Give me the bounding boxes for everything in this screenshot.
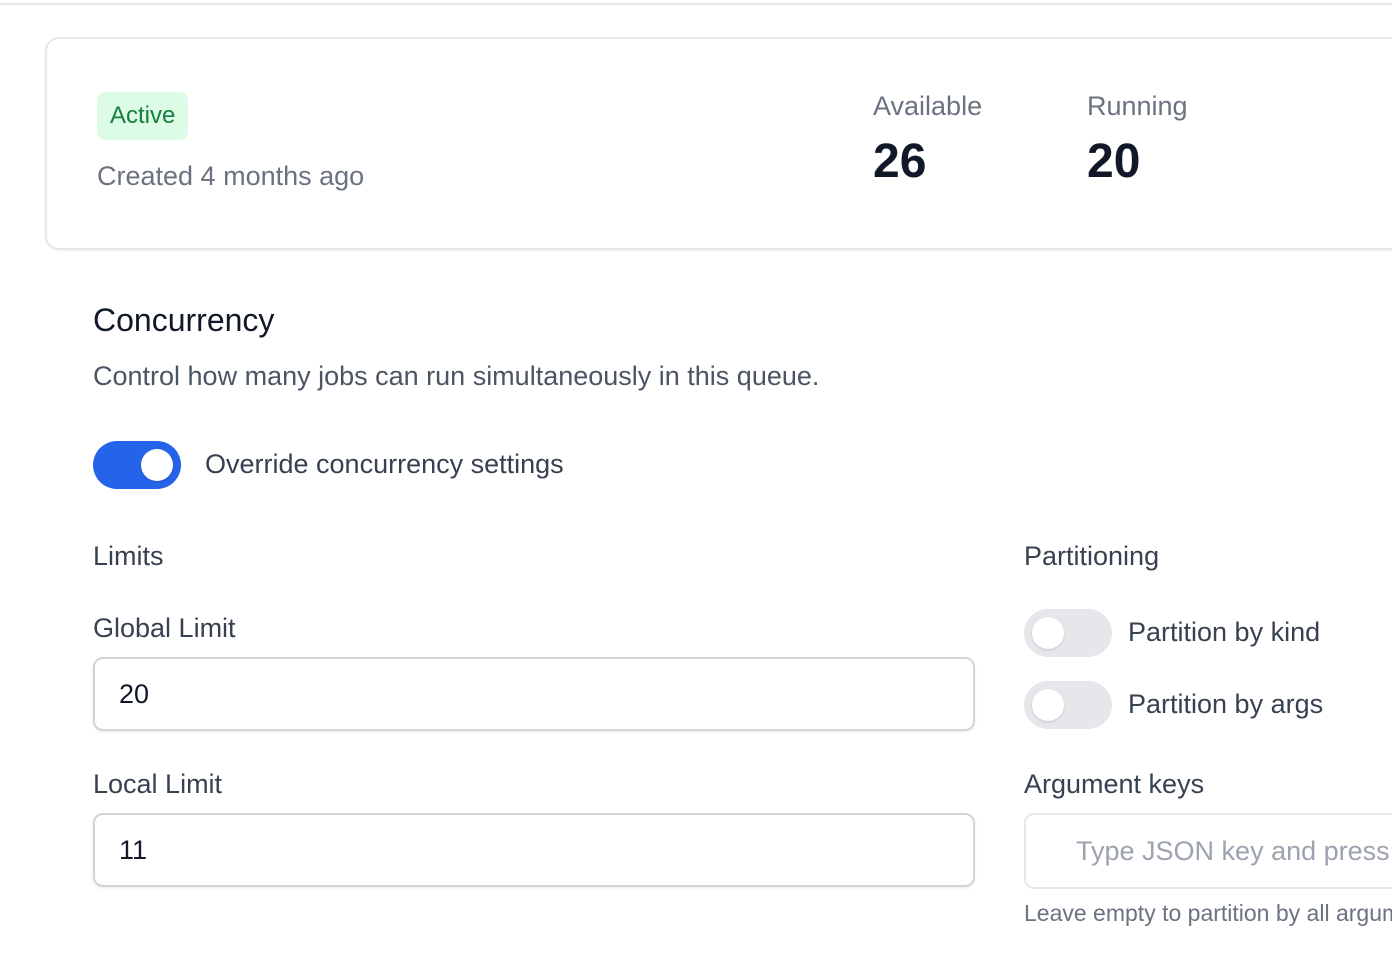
override-concurrency-label: Override concurrency settings xyxy=(205,449,564,479)
stat-running: Running 20 xyxy=(1087,91,1188,186)
partition-by-kind-label: Partition by kind xyxy=(1128,617,1321,647)
stat-available-value: 26 xyxy=(873,135,927,188)
page-root: Active Created 4 months ago Available 26… xyxy=(0,0,1392,967)
stat-available: Available 26 xyxy=(873,91,982,186)
partition-by-kind-toggle[interactable] xyxy=(1024,609,1112,657)
local-limit-label: Local Limit xyxy=(93,769,223,799)
created-timestamp: Created 4 months ago xyxy=(97,161,365,191)
argument-keys-label: Argument keys xyxy=(1024,769,1205,799)
partition-by-args-toggle[interactable] xyxy=(1024,681,1112,729)
global-limit-input[interactable] xyxy=(93,657,975,731)
limits-heading: Limits xyxy=(93,541,164,571)
section-description: Control how many jobs can run simultaneo… xyxy=(93,361,820,391)
toggle-knob xyxy=(1032,617,1064,649)
stat-running-label: Running xyxy=(1087,91,1188,121)
partition-by-args-label: Partition by args xyxy=(1128,689,1324,719)
override-concurrency-toggle[interactable] xyxy=(93,441,181,489)
partitioning-heading: Partitioning xyxy=(1024,541,1160,571)
argument-keys-hint: Leave empty to partition by all argument… xyxy=(1024,900,1392,926)
status-badge: Active xyxy=(97,92,189,140)
toggle-knob xyxy=(1032,689,1064,721)
stat-running-value: 20 xyxy=(1087,135,1141,188)
section-title: Concurrency xyxy=(93,302,275,338)
local-limit-input[interactable] xyxy=(93,813,975,887)
top-divider xyxy=(0,3,1392,5)
queue-summary-card: Active Created 4 months ago Available 26… xyxy=(45,37,1392,250)
stat-available-label: Available xyxy=(873,91,983,121)
argument-keys-input[interactable] xyxy=(1024,813,1392,889)
toggle-knob xyxy=(141,449,173,481)
global-limit-label: Global Limit xyxy=(93,613,236,643)
